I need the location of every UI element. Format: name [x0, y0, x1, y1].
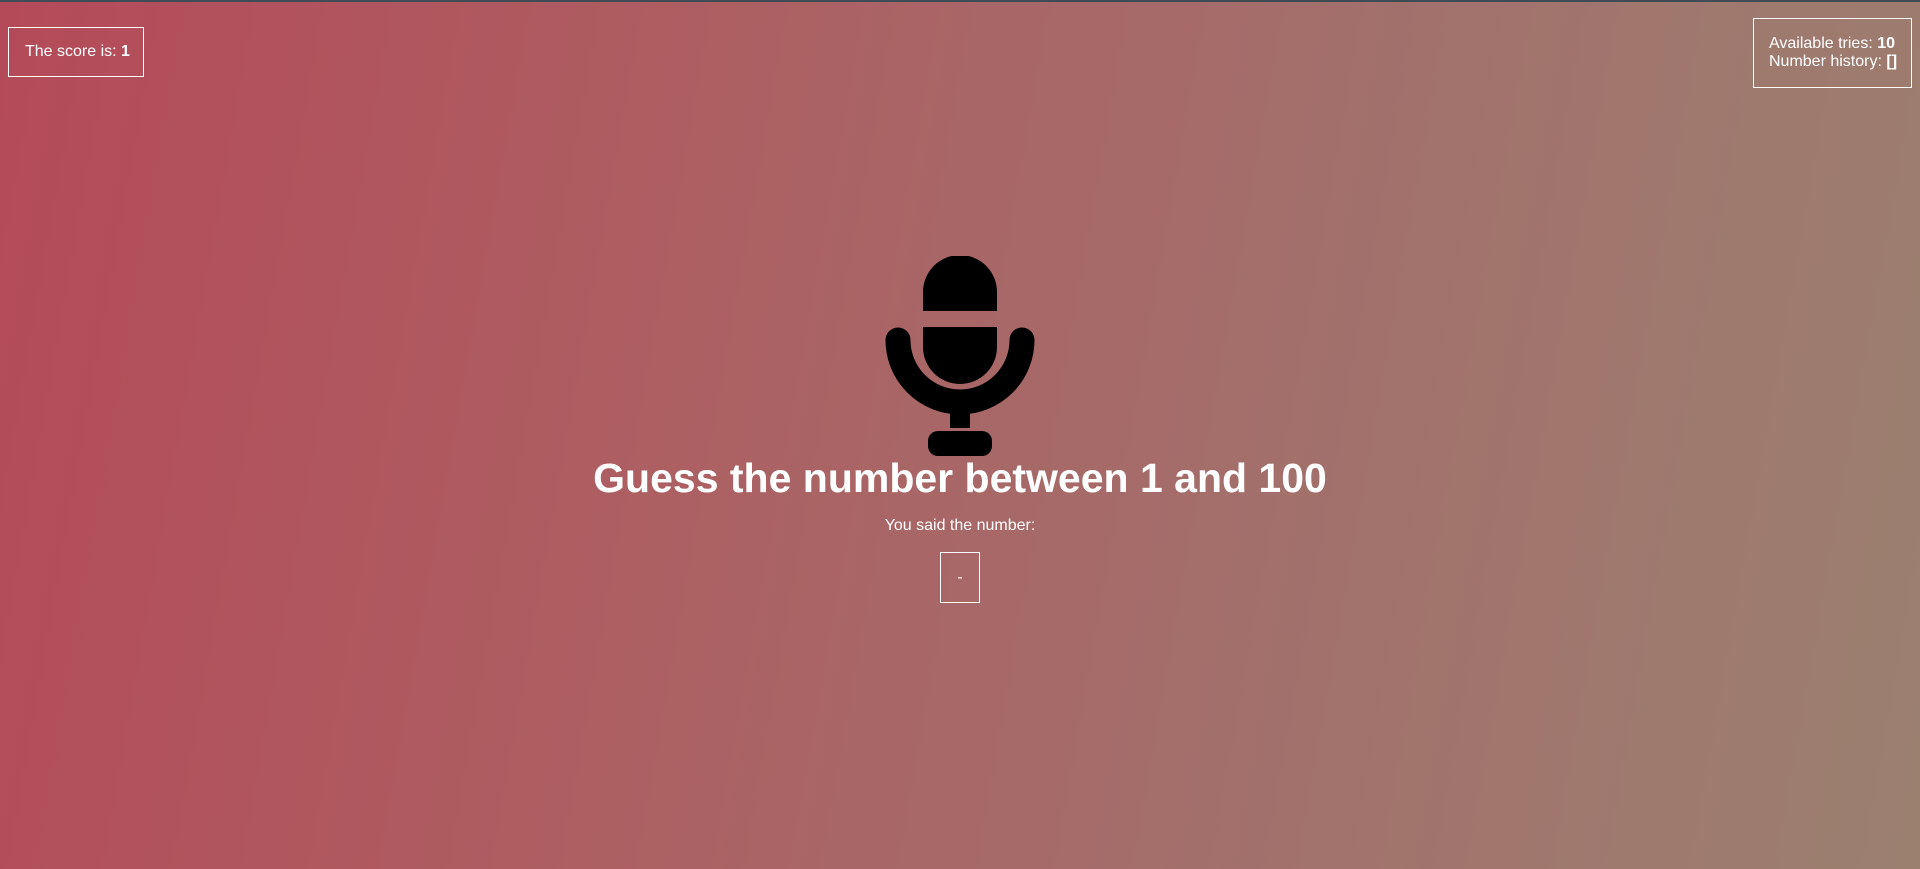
top-border	[0, 0, 1920, 2]
page-title: Guess the number between 1 and 100	[593, 455, 1327, 501]
said-number-value: -	[940, 552, 980, 603]
mic-head	[923, 256, 997, 311]
tries-label: Available tries:	[1769, 35, 1878, 52]
mic-body	[923, 327, 997, 384]
history-value: []	[1886, 53, 1898, 70]
mic-stem	[950, 406, 970, 428]
tries-row: Available tries: 10	[1769, 35, 1911, 53]
history-label: Number history:	[1769, 53, 1887, 70]
score-value: 1	[121, 43, 130, 60]
tries-value: 10	[1877, 35, 1895, 52]
said-number-label: You said the number:	[884, 517, 1036, 534]
history-row: Number history: []	[1769, 53, 1911, 71]
score-panel: The score is: 1	[8, 27, 144, 77]
score-label: The score is:	[25, 43, 122, 60]
stats-panel: Available tries: 10 Number history: []	[1753, 18, 1912, 88]
microphone-icon[interactable]	[885, 256, 1035, 456]
